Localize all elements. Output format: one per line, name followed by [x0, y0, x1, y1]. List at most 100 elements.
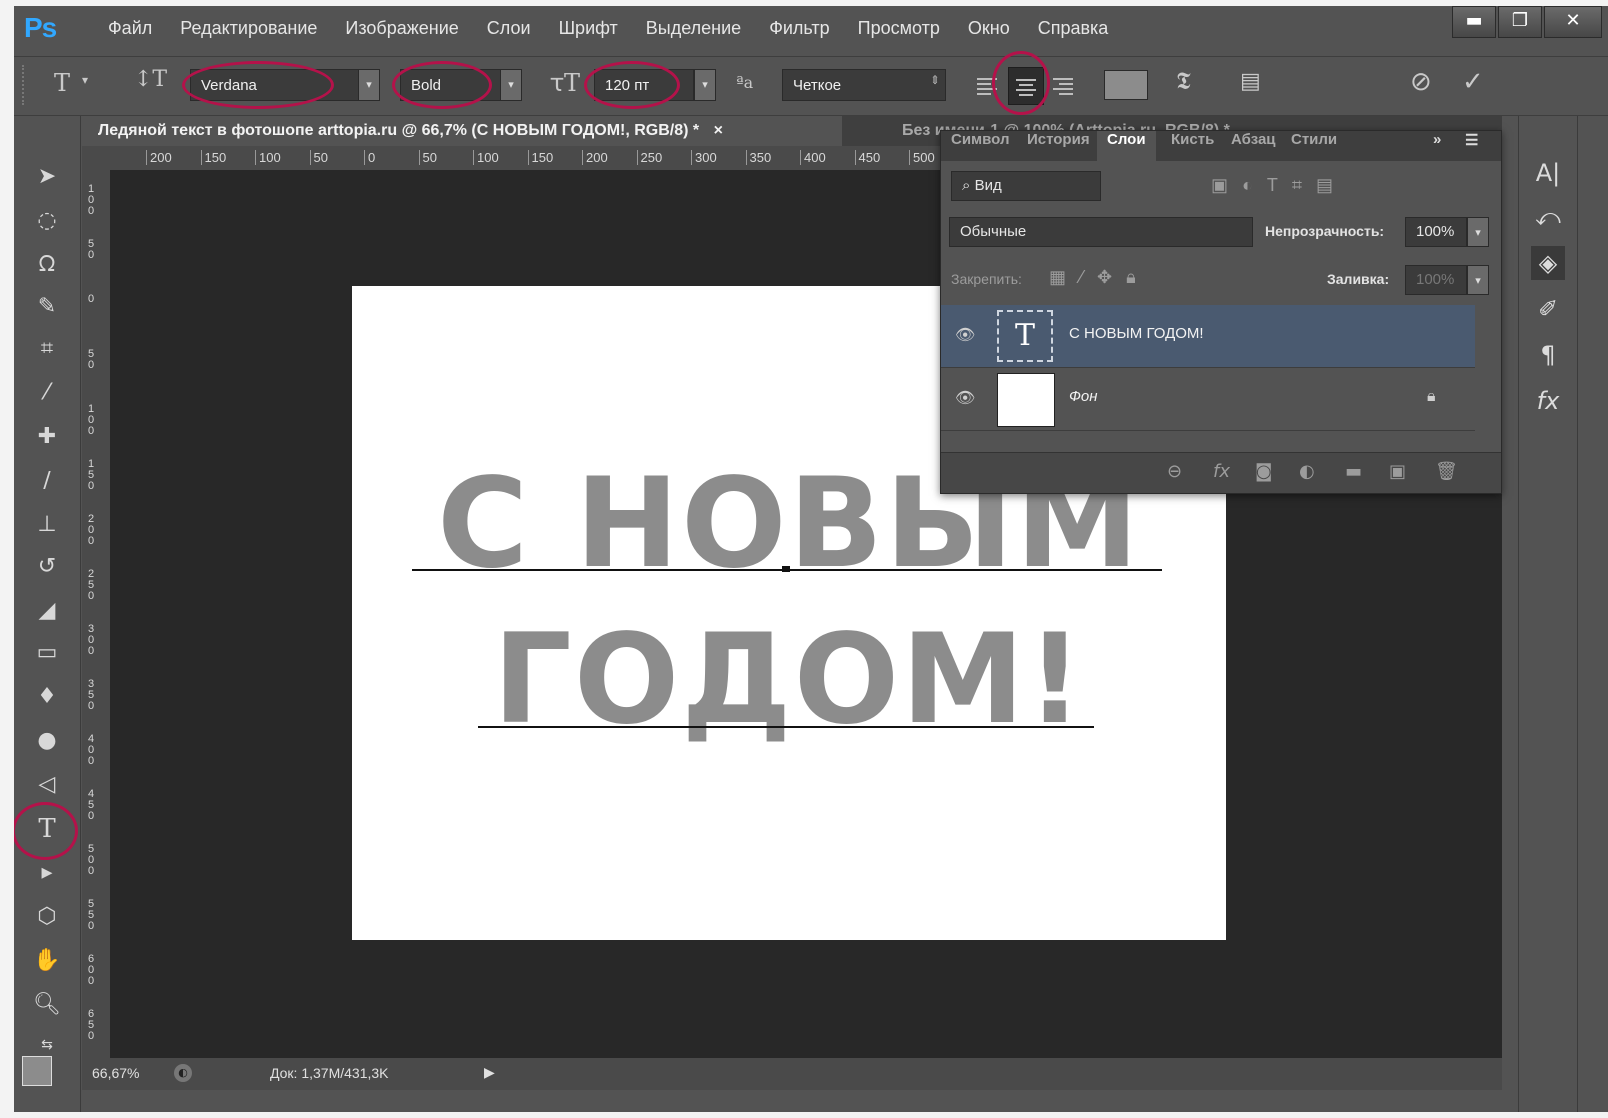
- maximize-button[interactable]: ❐: [1498, 6, 1542, 38]
- tab-layers[interactable]: Слои: [1097, 131, 1156, 161]
- tab-close-icon[interactable]: ×: [714, 122, 723, 139]
- new-group-icon[interactable]: ▬: [1345, 461, 1362, 482]
- adjustment-layer-icon[interactable]: ◐: [1299, 461, 1315, 482]
- opacity-field[interactable]: 100%: [1405, 217, 1467, 247]
- character-panel-toggle-icon[interactable]: ▤: [1240, 69, 1261, 94]
- opacity-dropdown-icon[interactable]: ▾: [1467, 217, 1489, 247]
- ruler-h-label: 150: [200, 150, 226, 165]
- ruler-v-label: 500: [88, 843, 95, 877]
- visibility-eye-icon[interactable]: 👁︎: [955, 325, 977, 347]
- ruler-v-label: 300: [88, 623, 95, 657]
- type-tool-preset-icon[interactable]: T: [54, 69, 70, 97]
- font-style-dropdown-icon[interactable]: ▾: [500, 69, 522, 101]
- align-right-button[interactable]: [1046, 67, 1080, 103]
- layer-style-icon[interactable]: fx: [1213, 461, 1230, 482]
- layer-name[interactable]: С НОВЫМ ГОДОМ!: [1069, 325, 1204, 342]
- blend-mode-select[interactable]: Обычные: [949, 217, 1253, 247]
- tab-brush[interactable]: Кисть: [1171, 131, 1214, 161]
- healing-brush-tool-icon[interactable]: ✚: [32, 422, 62, 452]
- menu-layers[interactable]: Слои: [473, 18, 545, 39]
- minimize-button[interactable]: ▬: [1452, 6, 1496, 38]
- font-family-dropdown-icon[interactable]: ▾: [358, 69, 380, 101]
- brush-panel-icon[interactable]: ✐: [1531, 292, 1565, 326]
- menu-type[interactable]: Шрифт: [545, 18, 632, 39]
- filter-kind-label: Вид: [974, 177, 1002, 194]
- gradient-tool-icon[interactable]: ▭: [32, 638, 62, 668]
- dodge-tool-icon[interactable]: ●: [32, 726, 62, 756]
- history-brush-tool-icon[interactable]: ↺: [32, 552, 62, 582]
- ruler-origin[interactable]: [82, 146, 110, 170]
- options-grip[interactable]: [22, 65, 30, 105]
- vertical-ruler[interactable]: 100 50 0 50 100 150 200 250 300 350 400 450 500 550 60…: [82, 170, 110, 1070]
- antialias-spin-icon[interactable]: ⇕: [930, 73, 940, 87]
- tab-history[interactable]: История: [1027, 131, 1090, 161]
- font-size-dropdown-icon[interactable]: ▾: [694, 69, 716, 101]
- eyedropper-tool-icon[interactable]: ⁄: [32, 378, 62, 408]
- tab-styles[interactable]: Стили: [1291, 131, 1337, 161]
- add-mask-icon[interactable]: ◙: [1255, 461, 1272, 482]
- zoom-tool-icon[interactable]: 🔍︎: [32, 990, 62, 1020]
- menu-bar: Ps Файл Редактирование Изображение Слои …: [14, 6, 1608, 56]
- warp-text-icon[interactable]: 𝕿: [1176, 67, 1191, 95]
- styles-panel-icon[interactable]: fx: [1531, 384, 1565, 418]
- menu-view[interactable]: Просмотр: [844, 18, 954, 39]
- menu-file[interactable]: Файл: [94, 18, 166, 39]
- highlight-align-center: [992, 51, 1050, 115]
- paragraph-panel-icon[interactable]: ¶: [1531, 338, 1565, 372]
- delete-layer-icon[interactable]: 🗑︎: [1435, 461, 1458, 482]
- menu-filter[interactable]: Фильтр: [755, 18, 843, 39]
- eraser-tool-icon[interactable]: ◢: [32, 596, 62, 626]
- panel-menu-icon[interactable]: ☰: [1465, 131, 1478, 161]
- clone-stamp-tool-icon[interactable]: ⊥: [32, 510, 62, 540]
- menu-window[interactable]: Окно: [954, 18, 1024, 39]
- panel-collapse-icon[interactable]: »: [1433, 131, 1441, 161]
- lasso-tool-icon[interactable]: ᘯ: [32, 250, 62, 280]
- fill-field[interactable]: 100%: [1405, 265, 1467, 295]
- tab-character[interactable]: Символ: [951, 131, 1010, 161]
- marquee-tool-icon[interactable]: ◌: [32, 206, 62, 236]
- zoom-level[interactable]: 66,67%: [92, 1065, 139, 1081]
- status-menu-arrow-icon[interactable]: ▶: [484, 1064, 495, 1081]
- toggle-text-orientation-icon[interactable]: ↕T: [134, 67, 167, 92]
- text-color-swatch[interactable]: [1104, 70, 1148, 100]
- cancel-edits-icon[interactable]: ⊘: [1410, 67, 1432, 97]
- tools-panel: ➤ ◌ ᘯ ✎ ⌗ ⁄ ✚ ∕ ⊥ ↺ ◢ ▭ ♦ ● ◁ T ▸ ⬡ ✋ 🔍︎…: [14, 116, 81, 1112]
- foreground-color-swatch[interactable]: [22, 1056, 52, 1086]
- visibility-eye-icon[interactable]: 👁︎: [955, 388, 977, 410]
- info-icon[interactable]: ◐: [174, 1064, 192, 1082]
- menu-select[interactable]: Выделение: [632, 18, 755, 39]
- fill-dropdown-icon[interactable]: ▾: [1467, 265, 1489, 295]
- shape-tool-icon[interactable]: ⬡: [32, 902, 62, 932]
- blur-tool-icon[interactable]: ♦: [32, 682, 62, 712]
- character-panel-icon[interactable]: A|: [1531, 156, 1565, 190]
- menu-help[interactable]: Справка: [1024, 18, 1123, 39]
- tab-paragraph[interactable]: Абзац: [1231, 131, 1276, 161]
- crop-tool-icon[interactable]: ⌗: [32, 334, 62, 364]
- path-selection-tool-icon[interactable]: ▸: [32, 858, 62, 888]
- link-layers-icon[interactable]: ⊖: [1167, 461, 1182, 482]
- layer-row-text[interactable]: 👁︎ T С НОВЫМ ГОДОМ!: [941, 305, 1475, 368]
- pen-tool-icon[interactable]: ◁: [32, 770, 62, 800]
- history-panel-icon[interactable]: ⤺: [1531, 200, 1565, 234]
- filter-type-icons[interactable]: ▣◐T⌗▤: [1211, 175, 1347, 196]
- commit-edits-icon[interactable]: ✓: [1462, 67, 1484, 97]
- menu-edit[interactable]: Редактирование: [166, 18, 331, 39]
- layers-panel-icon[interactable]: ◈: [1531, 246, 1565, 280]
- new-layer-icon[interactable]: ▣: [1389, 461, 1406, 482]
- menu-image[interactable]: Изображение: [331, 18, 472, 39]
- layer-row-background[interactable]: 👁︎ Фон 🔒︎: [941, 368, 1475, 431]
- layer-name[interactable]: Фон: [1069, 388, 1098, 405]
- preset-dropdown-icon[interactable]: ▾: [82, 73, 88, 87]
- quick-selection-tool-icon[interactable]: ✎: [32, 292, 62, 322]
- tab-active-document[interactable]: Ледяной текст в фотошопе arttopia.ru @ 6…: [82, 116, 842, 146]
- antialias-select[interactable]: Четкое: [782, 69, 946, 101]
- lock-icons[interactable]: ▦⁄✥🔒︎: [1049, 267, 1150, 288]
- highlight-font-family: [182, 61, 334, 109]
- ruler-v-label: 550: [88, 898, 95, 932]
- close-button[interactable]: ✕: [1544, 6, 1602, 38]
- move-tool-icon[interactable]: ➤: [32, 162, 62, 192]
- layer-filter-select[interactable]: ⌕ Вид: [951, 171, 1101, 201]
- text-line-2[interactable]: ГОДОМ!: [352, 608, 1226, 752]
- brush-tool-icon[interactable]: ∕: [32, 466, 62, 496]
- hand-tool-icon[interactable]: ✋: [32, 946, 62, 976]
